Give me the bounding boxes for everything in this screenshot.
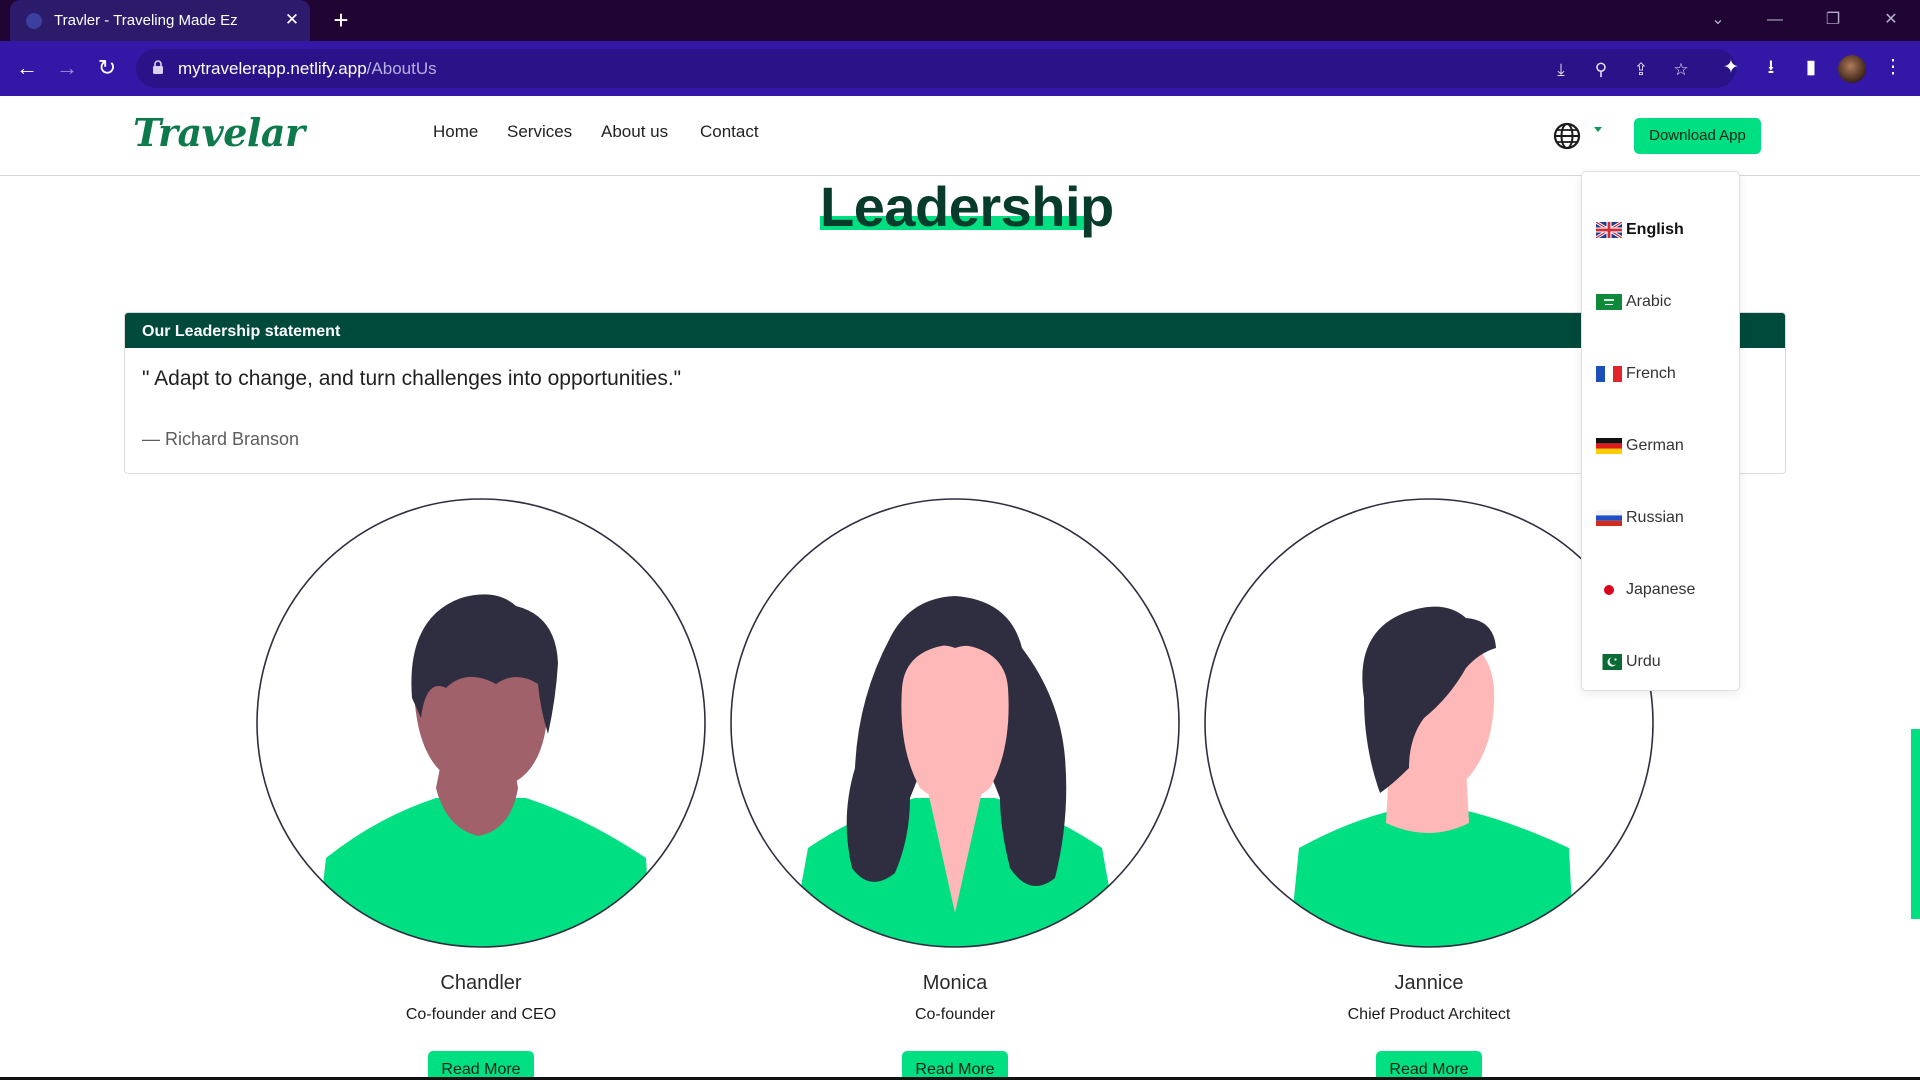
france-flag-icon xyxy=(1596,366,1622,382)
member-role: Co-founder and CEO xyxy=(405,1006,557,1023)
chandler-avatar-illustration xyxy=(256,498,706,948)
install-app-icon[interactable]: ⤓ xyxy=(1550,59,1572,81)
team-card-chandler: Chandler Co-founder and CEO Read More xyxy=(256,498,706,1080)
download-app-button[interactable]: Download App xyxy=(1634,118,1761,154)
bookmark-star-icon[interactable]: ☆ xyxy=(1670,59,1692,81)
scroll-accent-bar xyxy=(1911,729,1920,919)
language-caret-icon[interactable] xyxy=(1594,127,1602,132)
zoom-icon[interactable]: ⚲ xyxy=(1590,59,1612,81)
nav-about-us[interactable]: About us xyxy=(601,122,668,142)
leadership-heading: Leadership xyxy=(820,174,1114,254)
lock-icon xyxy=(153,60,163,74)
member-name: Chandler xyxy=(440,972,522,994)
member-name: Jannice xyxy=(1394,972,1464,994)
language-label: English xyxy=(1626,221,1684,238)
statement-author: — Richard Branson xyxy=(142,429,300,449)
language-option-urdu[interactable]: Urdu xyxy=(1582,642,1739,682)
forward-icon[interactable]: → xyxy=(52,53,82,83)
language-label: Japanese xyxy=(1626,581,1696,598)
browser-tab-bar: Travler - Traveling Made Ez ✕ + ⌄ — ❐ ✕ xyxy=(0,0,1920,41)
member-role: Co-founder xyxy=(914,1006,996,1023)
uk-flag-icon xyxy=(1596,222,1622,238)
nav-contact[interactable]: Contact xyxy=(700,122,759,142)
member-role: Chief Product Architect xyxy=(1347,1006,1511,1023)
nav-services[interactable]: Services xyxy=(507,122,572,142)
site-logo[interactable]: Travelar xyxy=(133,110,305,155)
site-favicon-icon xyxy=(26,13,42,29)
active-tab[interactable]: Travler - Traveling Made Ez ✕ xyxy=(10,0,310,41)
language-label: Arabic xyxy=(1626,293,1672,310)
language-label: Russian xyxy=(1626,509,1684,526)
site-navbar: Travelar Home Services About us Contact … xyxy=(0,96,1920,176)
pakistan-flag-icon xyxy=(1596,654,1622,670)
globe-icon[interactable] xyxy=(1553,122,1581,150)
restore-window-icon[interactable]: ❐ xyxy=(1818,6,1848,34)
saudi-flag-icon xyxy=(1596,294,1622,310)
language-option-russian[interactable]: Russian xyxy=(1582,498,1739,538)
new-tab-button[interactable]: + xyxy=(326,6,356,36)
url-path: /AboutUs xyxy=(366,59,437,78)
share-icon[interactable]: ⇪ xyxy=(1630,59,1652,81)
leadership-statement-card: Our Leadership statement " Adapt to chan… xyxy=(124,312,1786,474)
reload-icon[interactable]: ↻ xyxy=(92,53,122,83)
page-content: Travelar Home Services About us Contact … xyxy=(0,96,1920,1080)
language-option-arabic[interactable]: Arabic xyxy=(1582,282,1739,322)
url-text: mytravelerapp.netlify.app/AboutUs xyxy=(178,59,437,79)
monica-avatar-illustration xyxy=(730,498,1180,948)
language-option-japanese[interactable]: Japanese xyxy=(1582,570,1739,610)
nav-home[interactable]: Home xyxy=(433,122,478,142)
menu-icon[interactable]: ⋮ xyxy=(1880,55,1906,81)
downloads-icon[interactable]: ⭳ xyxy=(1758,55,1784,81)
extensions-icon[interactable]: ✦ xyxy=(1718,55,1744,81)
read-more-button[interactable]: Read More xyxy=(428,1051,534,1080)
minimize-window-icon[interactable]: — xyxy=(1760,6,1790,34)
page-title: Leadership xyxy=(820,175,1114,238)
language-label: German xyxy=(1626,437,1684,454)
url-host: mytravelerapp.netlify.app xyxy=(178,59,367,78)
close-window-icon[interactable]: ✕ xyxy=(1876,6,1906,34)
language-label: Urdu xyxy=(1626,653,1661,670)
back-icon[interactable]: ← xyxy=(12,53,42,83)
germany-flag-icon xyxy=(1596,438,1622,454)
japan-flag-icon xyxy=(1596,582,1622,598)
close-tab-icon[interactable]: ✕ xyxy=(282,8,302,32)
browser-toolbar: ← → ↻ mytravelerapp.netlify.app/AboutUs … xyxy=(0,41,1920,96)
side-panel-icon[interactable]: ▮ xyxy=(1798,55,1824,81)
russia-flag-icon xyxy=(1596,510,1622,526)
language-option-english[interactable]: English xyxy=(1582,210,1739,250)
read-more-button[interactable]: Read More xyxy=(902,1051,1008,1080)
language-dropdown: English Arabic French German Russian Jap… xyxy=(1581,171,1740,691)
statement-header-text: Our Leadership statement xyxy=(142,323,341,340)
profile-avatar[interactable] xyxy=(1838,55,1866,83)
language-label: French xyxy=(1626,365,1676,382)
tab-search-icon[interactable]: ⌄ xyxy=(1703,6,1733,34)
language-option-french[interactable]: French xyxy=(1582,354,1739,394)
language-option-german[interactable]: German xyxy=(1582,426,1739,466)
statement-header: Our Leadership statement xyxy=(125,313,1785,348)
address-bar[interactable]: mytravelerapp.netlify.app/AboutUs ⤓ ⚲ ⇪ … xyxy=(136,49,1736,88)
statement-quote: " Adapt to change, and turn challenges i… xyxy=(142,367,682,390)
read-more-button[interactable]: Read More xyxy=(1376,1051,1482,1080)
tab-title: Travler - Traveling Made Ez xyxy=(54,12,238,29)
member-name: Monica xyxy=(922,972,988,994)
team-card-monica: Monica Co-founder Read More xyxy=(730,498,1180,1080)
